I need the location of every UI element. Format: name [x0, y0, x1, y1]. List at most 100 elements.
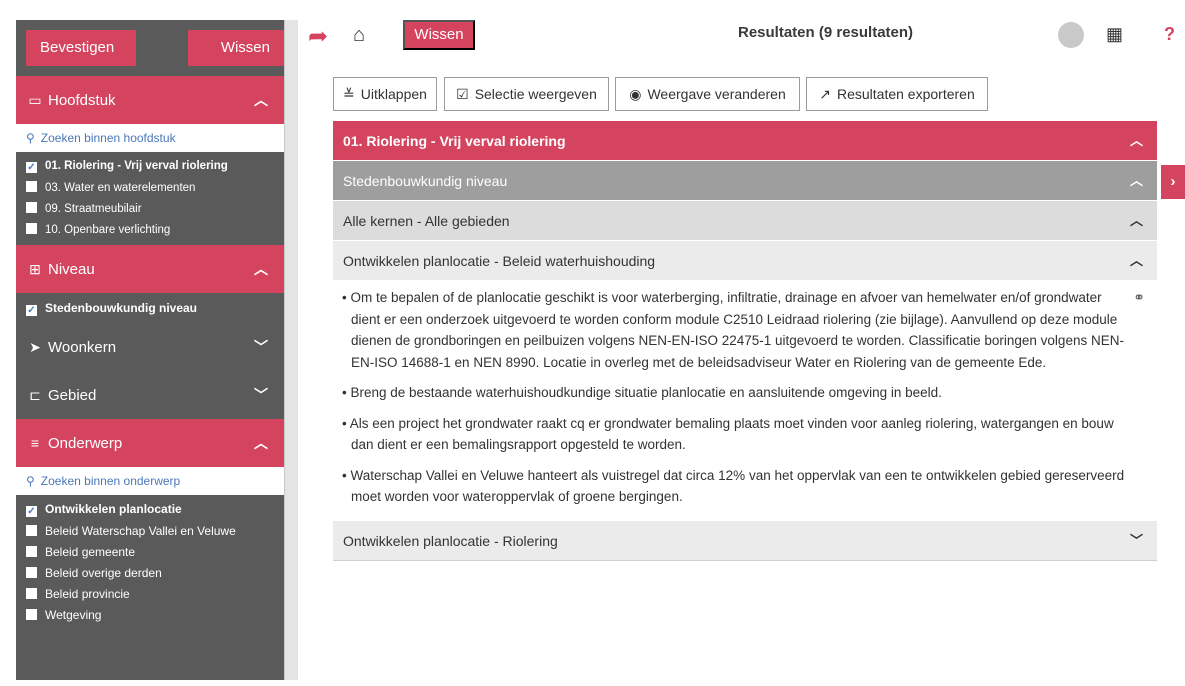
subject-item-label: Wetgeving	[45, 608, 102, 622]
level-row[interactable]: Stedenbouwkundig niveau ︿	[333, 161, 1157, 201]
sidebar-scrollbar[interactable]	[284, 20, 298, 680]
checkbox[interactable]	[26, 181, 37, 192]
subject-item-label: Beleid provincie	[45, 587, 130, 601]
subject-item[interactable]: ✓ Ontwikkelen planlocatie	[16, 499, 284, 521]
back-arrow-icon[interactable]: ➦	[308, 22, 328, 51]
search-icon: ⚲	[26, 474, 35, 488]
checkbox-icon: ☑	[456, 86, 469, 102]
chapter-row-label: 01. Riolering - Vrij verval riolering	[343, 133, 566, 149]
chapter-header[interactable]: ▭ Hoofdstuk ︿	[16, 76, 284, 124]
level-header[interactable]: ⊞ Niveau ︿	[16, 245, 284, 293]
filter-sidebar: Bevestigen Wissen ▭ Hoofdstuk ︿ ⚲ Zoeken b…	[16, 20, 284, 680]
chevron-up-icon: ︿	[1129, 173, 1143, 188]
subject-search-input[interactable]: ⚲ Zoeken binnen onderwerp	[16, 467, 284, 495]
bullet-text: • Als een project het grondwater raakt c…	[342, 415, 1114, 453]
level-item-label: Stedenbouwkundig niveau	[45, 301, 198, 315]
checkbox[interactable]	[26, 546, 37, 557]
user-icon[interactable]	[1058, 22, 1084, 48]
search-icon: ⚲	[26, 131, 35, 145]
chapter-search-input[interactable]: ⚲ Zoeken binnen hoofdstuk	[16, 124, 284, 152]
checkbox[interactable]	[26, 202, 37, 213]
checkbox[interactable]	[26, 567, 37, 578]
checkbox-checked[interactable]: ✓	[26, 305, 37, 316]
results-accordion: 01. Riolering - Vrij verval riolering ︿ …	[333, 121, 1157, 561]
checkbox-checked[interactable]: ✓	[26, 162, 37, 173]
topic-row-label: Ontwikkelen planlocatie - Beleid waterhu…	[343, 253, 656, 269]
double-chevron-down-icon: ≚	[343, 86, 355, 102]
chevron-down-icon: ﹀	[254, 339, 268, 355]
topic-row-label: Ontwikkelen planlocatie - Riolering	[343, 532, 558, 549]
bullet-text: • Om te bepalen of de planlocatie geschi…	[342, 290, 1124, 370]
top-clear-button[interactable]: Wissen	[403, 20, 475, 50]
checkbox[interactable]	[26, 609, 37, 620]
subject-item[interactable]: Wetgeving	[16, 605, 284, 626]
sidebar-actions: Bevestigen Wissen	[16, 20, 284, 76]
subject-item-label: Beleid gemeente	[45, 545, 136, 559]
book-icon: ▭	[28, 92, 42, 108]
subject-search-placeholder: Zoeken binnen onderwerp	[40, 474, 181, 488]
chapter-item[interactable]: 03. Water en waterelementen	[16, 178, 284, 199]
subject-item[interactable]: Beleid provincie	[16, 584, 284, 605]
subject-item-label: Beleid overige derden	[45, 566, 162, 580]
chapter-item-label: 10. Openbare verlichting	[45, 224, 171, 236]
core-title: Woonkern	[48, 339, 117, 356]
chapter-item[interactable]: ✓ 01. Riolering - Vrij verval riolering	[16, 156, 284, 178]
scope-row[interactable]: Alle kernen - Alle gebieden ︿	[333, 201, 1157, 241]
chapter-list: ✓ 01. Riolering - Vrij verval riolering 0…	[16, 152, 284, 245]
subject-item[interactable]: Beleid overige derden	[16, 563, 284, 584]
location-arrow-icon: ➤	[29, 339, 41, 355]
show-selection-label: Selectie weergeven	[474, 86, 597, 102]
export-results-button[interactable]: ↗ Resultaten exporteren	[806, 77, 988, 111]
chapter-item[interactable]: 10. Openbare verlichting	[16, 220, 284, 241]
change-view-button[interactable]: ◉ Weergave veranderen	[615, 77, 800, 111]
list-icon: ≡	[30, 435, 40, 451]
side-panel-toggle[interactable]: ›	[1161, 165, 1185, 199]
topic-content: ⚭ • Om te bepalen of de planlocatie gesc…	[333, 281, 1157, 521]
link-icon[interactable]: ⚭	[1133, 289, 1145, 305]
topic-row-open[interactable]: Ontwikkelen planlocatie - Beleid waterhu…	[333, 241, 1157, 281]
core-header[interactable]: ➤ Woonkern ﹀	[16, 323, 284, 371]
checkbox-checked[interactable]: ✓	[26, 506, 37, 517]
area-header[interactable]: ⊏ Gebied ﹀	[16, 371, 284, 419]
level-title: Niveau	[48, 261, 95, 278]
chevron-down-icon: ﹀	[1129, 532, 1143, 548]
hierarchy-icon: ⊞	[29, 261, 41, 277]
level-row-label: Stedenbouwkundig niveau	[343, 173, 508, 189]
info-icon[interactable]: ?	[1164, 24, 1175, 45]
bullet-text: • Breng de bestaande waterhuishoudkundig…	[342, 385, 942, 400]
map-icon[interactable]: ▦	[1106, 24, 1123, 45]
checkbox[interactable]	[26, 525, 37, 536]
chevron-up-icon: ︿	[1129, 213, 1143, 228]
export-icon: ↗	[819, 86, 831, 102]
chapter-search-placeholder: Zoeken binnen hoofdstuk	[40, 131, 176, 145]
change-view-label: Weergave veranderen	[647, 86, 786, 102]
subject-item[interactable]: Beleid gemeente	[16, 542, 284, 563]
topic-row-closed[interactable]: Ontwikkelen planlocatie - Riolering ﹀	[333, 520, 1157, 561]
chapter-item[interactable]: 09. Straatmeubilair	[16, 199, 284, 220]
subject-list: ✓ Ontwikkelen planlocatie Beleid Watersch…	[16, 495, 284, 630]
chapter-item-label: 03. Water en waterelementen	[45, 182, 196, 194]
chevron-up-icon: ︿	[1129, 253, 1143, 268]
subject-item[interactable]: Beleid Waterschap Vallei en Veluwe	[16, 521, 284, 542]
clear-button[interactable]: Wissen	[188, 30, 284, 66]
checkbox[interactable]	[26, 223, 37, 234]
subject-header[interactable]: ≡ Onderwerp ︿	[16, 419, 284, 467]
chapter-row[interactable]: 01. Riolering - Vrij verval riolering ︿	[333, 121, 1157, 161]
chapter-title: Hoofdstuk	[48, 92, 116, 109]
checkbox[interactable]	[26, 588, 37, 599]
show-selection-button[interactable]: ☑ Selectie weergeven	[444, 77, 609, 111]
level-item[interactable]: ✓ Stedenbouwkundig niveau	[16, 293, 284, 323]
page: Bevestigen Wissen ▭ Hoofdstuk ︿ ⚲ Zoeken b…	[0, 0, 1185, 686]
subject-item-label: Ontwikkelen planlocatie	[45, 502, 182, 516]
home-icon[interactable]: ⌂	[353, 24, 365, 47]
bullet-text: • Waterschap Vallei en Veluwe hanteert a…	[342, 467, 1125, 505]
confirm-button[interactable]: Bevestigen	[26, 30, 136, 66]
chevron-up-icon: ︿	[254, 435, 268, 451]
chevron-up-icon: ︿	[254, 261, 268, 277]
scope-row-label: Alle kernen - Alle gebieden	[343, 213, 510, 229]
expand-button[interactable]: ≚ Uitklappen	[333, 77, 437, 111]
export-label: Resultaten exporteren	[836, 86, 975, 102]
area-title: Gebied	[48, 387, 97, 404]
area-icon: ⊏	[29, 387, 41, 403]
chevron-up-icon: ︿	[1129, 133, 1143, 148]
